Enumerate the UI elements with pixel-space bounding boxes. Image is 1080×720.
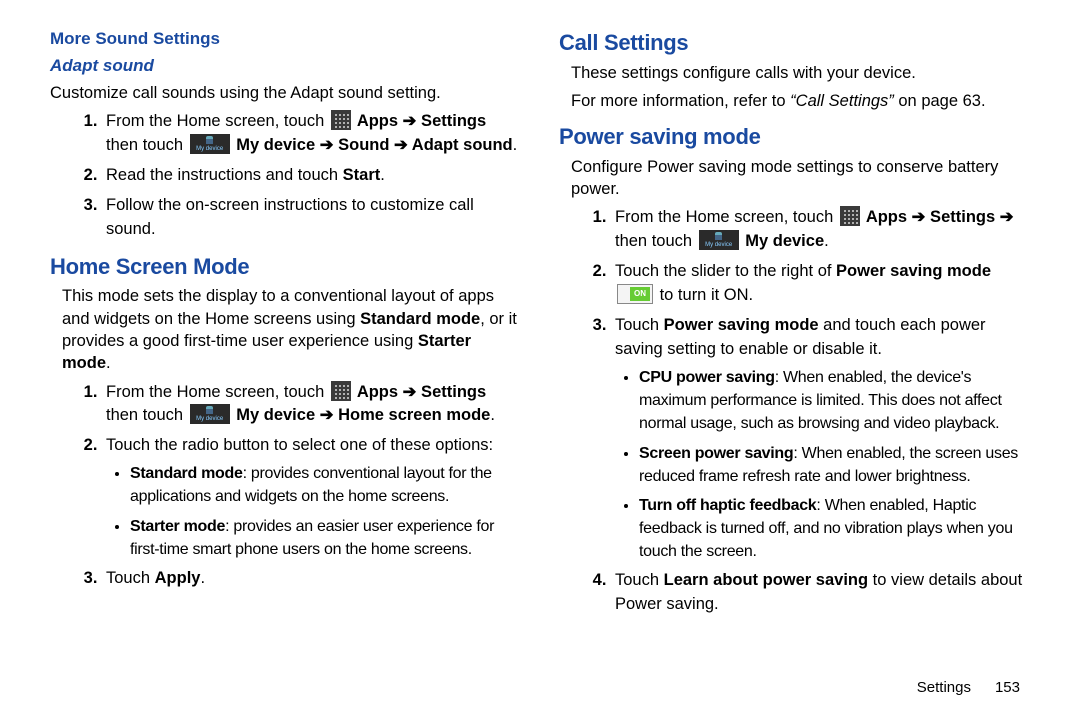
- text: then touch: [106, 136, 188, 154]
- heading-power-saving: Power saving mode: [559, 122, 1030, 152]
- text: Touch the slider to the right of: [615, 262, 836, 280]
- text: .: [380, 166, 385, 184]
- on-toggle-icon: [617, 284, 653, 304]
- text-bold: Apply: [155, 569, 201, 587]
- apps-icon: [331, 110, 351, 130]
- hsm-step-1: From the Home screen, touch Apps ➔ Setti…: [102, 381, 521, 429]
- ps-step-1: From the Home screen, touch Apps ➔ Setti…: [611, 206, 1030, 254]
- heading-home-screen-mode: Home Screen Mode: [50, 252, 521, 282]
- text-bold: Power saving mode: [836, 262, 991, 280]
- heading-adapt-sound: Adapt sound: [50, 55, 521, 78]
- text: .: [513, 136, 518, 154]
- text-bold: CPU power saving: [639, 369, 775, 386]
- heading-call-settings: Call Settings: [559, 28, 1030, 58]
- adapt-step-2: Read the instructions and touch Start.: [102, 164, 521, 188]
- list-item: Standard mode: provides conventional lay…: [130, 462, 521, 508]
- list-item: CPU power saving: When enabled, the devi…: [639, 366, 1030, 436]
- mydevice-icon: [190, 134, 230, 154]
- list-item: Turn off haptic feedback: When enabled, …: [639, 494, 1030, 564]
- ps-step-3: Touch Power saving mode and touch each p…: [611, 314, 1030, 563]
- text-bold: My device: [741, 232, 824, 250]
- left-column: More Sound Settings Adapt sound Customiz…: [50, 28, 521, 623]
- text: Touch: [615, 571, 664, 589]
- text: Read the instructions and touch: [106, 166, 343, 184]
- text: From the Home screen, touch: [106, 383, 329, 401]
- text: From the Home screen, touch: [106, 112, 329, 130]
- right-column: Call Settings These settings configure c…: [559, 28, 1030, 623]
- ps-step-2: Touch the slider to the right of Power s…: [611, 260, 1030, 308]
- text-bold: Power saving mode: [664, 316, 819, 334]
- text: to turn it ON.: [655, 286, 753, 304]
- hsm-steps: From the Home screen, touch Apps ➔ Setti…: [50, 381, 521, 591]
- text: From the Home screen, touch: [615, 208, 838, 226]
- hsm-step-2: Touch the radio button to select one of …: [102, 434, 521, 561]
- text-bold: Standard mode: [360, 310, 480, 328]
- text-bold: Learn about power saving: [664, 571, 868, 589]
- text: For more information, refer to: [571, 92, 790, 110]
- text-bold: Screen power saving: [639, 445, 793, 462]
- mydevice-icon: [699, 230, 739, 250]
- ps-step-4: Touch Learn about power saving to view d…: [611, 569, 1030, 617]
- text: .: [200, 569, 205, 587]
- footer-page: 153: [995, 679, 1020, 696]
- page-footer: Settings 153: [917, 678, 1020, 698]
- list-item: Starter mode: provides an easier user ex…: [130, 515, 521, 561]
- apps-icon: [331, 381, 351, 401]
- text-bold: Standard mode: [130, 465, 243, 482]
- text: .: [490, 406, 495, 424]
- text: .: [824, 232, 829, 250]
- text-bold: Starter mode: [130, 518, 225, 535]
- adapt-steps: From the Home screen, touch Apps ➔ Setti…: [50, 110, 521, 242]
- adapt-intro: Customize call sounds using the Adapt so…: [50, 82, 521, 104]
- text: then touch: [106, 406, 188, 424]
- heading-more-sound: More Sound Settings: [50, 28, 521, 51]
- text: Touch: [106, 569, 155, 587]
- text: Touch the radio button to select one of …: [106, 436, 493, 454]
- ps-intro: Configure Power saving mode settings to …: [571, 156, 1030, 201]
- footer-section: Settings: [917, 679, 971, 696]
- apps-icon: [840, 206, 860, 226]
- text-bold: Turn off haptic feedback: [639, 497, 816, 514]
- hsm-bullets: Standard mode: provides conventional lay…: [106, 462, 521, 561]
- adapt-step-1: From the Home screen, touch Apps ➔ Setti…: [102, 110, 521, 158]
- text-bold: Apps ➔ Settings: [353, 112, 486, 130]
- text-bold: Apps ➔ Settings ➔: [862, 208, 1014, 226]
- mydevice-icon: [190, 404, 230, 424]
- cs-p1: These settings configure calls with your…: [571, 62, 1030, 84]
- ps-bullets: CPU power saving: When enabled, the devi…: [615, 366, 1030, 564]
- text-bold: My device ➔ Home screen mode: [232, 406, 491, 424]
- cs-p2: For more information, refer to “Call Set…: [571, 90, 1030, 112]
- text: then touch: [615, 232, 697, 250]
- hsm-intro: This mode sets the display to a conventi…: [62, 285, 521, 374]
- text-italic: “Call Settings”: [790, 92, 894, 110]
- text-bold: Apps ➔ Settings: [353, 383, 486, 401]
- list-item: Screen power saving: When enabled, the s…: [639, 442, 1030, 488]
- adapt-step-3: Follow the on-screen instructions to cus…: [102, 194, 521, 242]
- text: on page 63.: [894, 92, 986, 110]
- text-bold: Start: [343, 166, 381, 184]
- text: Touch: [615, 316, 664, 334]
- ps-steps: From the Home screen, touch Apps ➔ Setti…: [559, 206, 1030, 617]
- text-bold: My device ➔ Sound ➔ Adapt sound: [232, 136, 513, 154]
- text: .: [106, 354, 111, 372]
- hsm-step-3: Touch Apply.: [102, 567, 521, 591]
